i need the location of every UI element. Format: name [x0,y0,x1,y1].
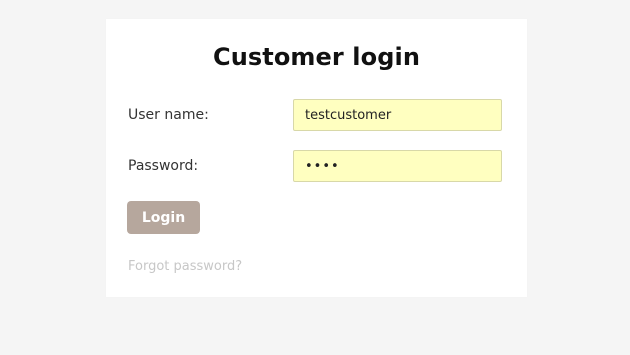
username-label: User name: [128,107,209,123]
password-label: Password: [128,158,199,174]
login-card: Customer login User name: Password: Logi… [106,19,527,297]
page-title: Customer login [212,43,421,71]
password-field[interactable] [293,150,502,182]
forgot-password-link[interactable]: Forgot password? [128,259,242,274]
login-button[interactable]: Login [127,201,200,234]
username-field[interactable] [293,99,502,131]
